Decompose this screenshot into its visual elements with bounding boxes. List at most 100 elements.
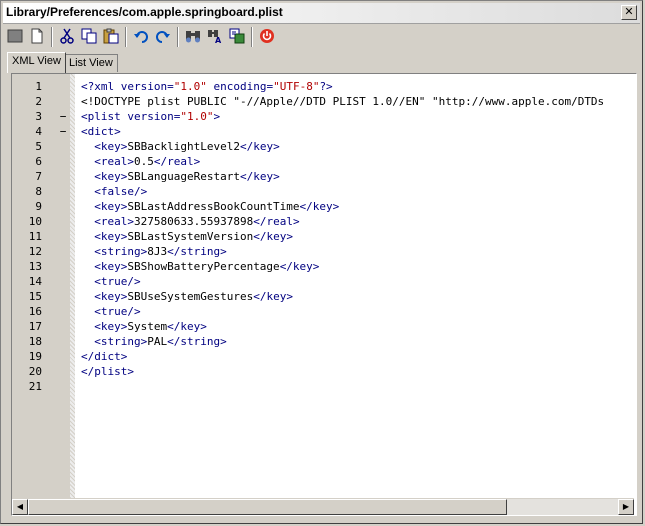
xml-tag: </key>	[253, 230, 293, 243]
code-text: <real>327580633.55937898</real>	[81, 214, 300, 229]
xml-editor[interactable]: 1 <?xml version="1.0" encoding="UTF-8"?> 2…	[11, 73, 637, 516]
code-line[interactable]: 17 <key>System</key>	[12, 319, 634, 334]
xml-text: SBShowBatteryPercentage	[127, 260, 280, 273]
xml-text: SBUseSystemGestures	[127, 290, 254, 303]
fold-marker-icon[interactable]: −	[59, 109, 67, 124]
line-number: 7	[35, 170, 42, 183]
code-line[interactable]: 18 <string>PAL</string>	[12, 334, 634, 349]
redo-icon[interactable]	[153, 26, 173, 46]
line-number: 5	[35, 140, 42, 153]
svg-text:A: A	[215, 36, 222, 44]
code-text: <string>PAL</string>	[81, 334, 226, 349]
goto-icon[interactable]	[227, 26, 247, 46]
line-number: 4	[35, 125, 42, 138]
xml-text: PAL	[147, 335, 168, 348]
xml-tag: </key>	[167, 320, 207, 333]
window-title: Library/Preferences/com.apple.springboar…	[6, 5, 283, 19]
xml-tag: </key>	[299, 200, 340, 213]
code-line[interactable]: 8 <false/>	[12, 184, 634, 199]
xml-tag: </string>	[167, 245, 227, 258]
xml-string: "UTF-8"	[273, 80, 320, 93]
find-icon[interactable]	[183, 26, 203, 46]
code-line[interactable]: 10 <real>327580633.55937898</real>	[12, 214, 634, 229]
scroll-right-icon[interactable]: ▶	[618, 499, 634, 515]
line-number: 10	[28, 215, 42, 228]
code-line[interactable]: 16 <true/>	[12, 304, 634, 319]
line-number: 18	[28, 335, 42, 348]
toolbar-separator	[125, 27, 127, 47]
code-text: <true/>	[81, 274, 140, 289]
line-number: 9	[35, 200, 42, 213]
paste-icon[interactable]	[101, 26, 121, 46]
line-number: 16	[28, 305, 42, 318]
xml-text: 0.5	[133, 155, 154, 168]
code-line[interactable]: 7 <key>SBLanguageRestart</key>	[12, 169, 634, 184]
line-number: 12	[28, 245, 42, 258]
xml-tag: </dict>	[81, 350, 128, 363]
copy-icon[interactable]	[79, 26, 99, 46]
fold-marker-icon[interactable]: −	[59, 124, 67, 139]
xml-text: 8J3	[147, 245, 168, 258]
code-line[interactable]: 19 </dict>	[12, 349, 634, 364]
code-line[interactable]: 4 − <dict>	[12, 124, 634, 139]
power-icon[interactable]	[257, 26, 277, 46]
code-line[interactable]: 1 <?xml version="1.0" encoding="UTF-8"?>	[12, 79, 634, 94]
line-number: 21	[28, 380, 42, 393]
title-bar[interactable]: Library/Preferences/com.apple.springboar…	[3, 3, 640, 24]
code-line[interactable]: 5 <key>SBBacklightLevel2</key>	[12, 139, 634, 154]
xml-text: SBLastSystemVersion	[127, 230, 254, 243]
line-number: 15	[28, 290, 42, 303]
line-number: 8	[35, 185, 42, 198]
scroll-thumb[interactable]	[28, 499, 507, 515]
undo-icon[interactable]	[131, 26, 151, 46]
code-text: <string>8J3</string>	[81, 244, 227, 259]
code-text: <key>SBBacklightLevel2</key>	[81, 139, 280, 154]
gray-square-icon[interactable]	[5, 26, 25, 46]
xml-string: "1.0"	[180, 110, 214, 123]
xml-tag: </real>	[253, 215, 300, 228]
code-line[interactable]: 14 <true/>	[12, 274, 634, 289]
line-number: 20	[28, 365, 42, 378]
find-replace-icon[interactable]: A	[205, 26, 225, 46]
line-number: 13	[28, 260, 42, 273]
cut-icon[interactable]	[57, 26, 77, 46]
xml-text: SBLanguageRestart	[127, 170, 240, 183]
horizontal-scrollbar[interactable]: ◀ ▶	[12, 498, 634, 515]
code-line[interactable]: 12 <string>8J3</string>	[12, 244, 634, 259]
toolbar-separator	[251, 27, 253, 47]
xml-tag: </real>	[153, 155, 201, 168]
code-line[interactable]: 11 <key>SBLastSystemVersion</key>	[12, 229, 634, 244]
xml-text: SBLastAddressBookCountTime	[127, 200, 300, 213]
code-line[interactable]: 21	[12, 379, 634, 394]
code-line[interactable]: 20 </plist>	[12, 364, 634, 379]
xml-tag: <key>	[81, 170, 128, 183]
xml-text: System	[127, 320, 168, 333]
tab-list-view[interactable]: List View	[64, 54, 118, 72]
xml-tag: <key>	[81, 230, 128, 243]
code-text: <key>SBLastSystemVersion</key>	[81, 229, 293, 244]
code-line[interactable]: 15 <key>SBUseSystemGestures</key>	[12, 289, 634, 304]
code-line[interactable]: 9 <key>SBLastAddressBookCountTime</key>	[12, 199, 634, 214]
code-line[interactable]: 2 <!DOCTYPE plist PUBLIC "-//Apple//DTD P…	[12, 94, 634, 109]
code-line[interactable]: 6 <real>0.5</real>	[12, 154, 634, 169]
line-number: 11	[28, 230, 42, 243]
code-text: <key>SBLastAddressBookCountTime</key>	[81, 199, 339, 214]
xml-text: 327580633.55937898	[133, 215, 254, 228]
code-text: <real>0.5</real>	[81, 154, 200, 169]
scroll-left-icon[interactable]: ◀	[12, 499, 28, 515]
xml-string: "1.0"	[173, 80, 207, 93]
code-lines[interactable]: 1 <?xml version="1.0" encoding="UTF-8"?> 2…	[12, 79, 634, 394]
toolbar-separator	[51, 27, 53, 47]
xml-tag: </plist>	[81, 365, 134, 378]
xml-tag: >	[213, 110, 221, 123]
code-line[interactable]: 13 <key>SBShowBatteryPercentage</key>	[12, 259, 634, 274]
xml-tag: <false/>	[81, 185, 148, 198]
xml-tag: <key>	[81, 260, 128, 273]
xml-text: <!DOCTYPE plist PUBLIC "-//Apple//DTD PL…	[81, 95, 605, 108]
tab-xml-view[interactable]: XML View	[7, 52, 66, 73]
code-text: <key>SBShowBatteryPercentage</key>	[81, 259, 319, 274]
xml-tag: </key>	[239, 140, 280, 153]
new-document-icon[interactable]	[27, 26, 47, 46]
close-button[interactable]: ✕	[621, 5, 637, 20]
code-line[interactable]: 3− <plist version="1.0">	[12, 109, 634, 124]
